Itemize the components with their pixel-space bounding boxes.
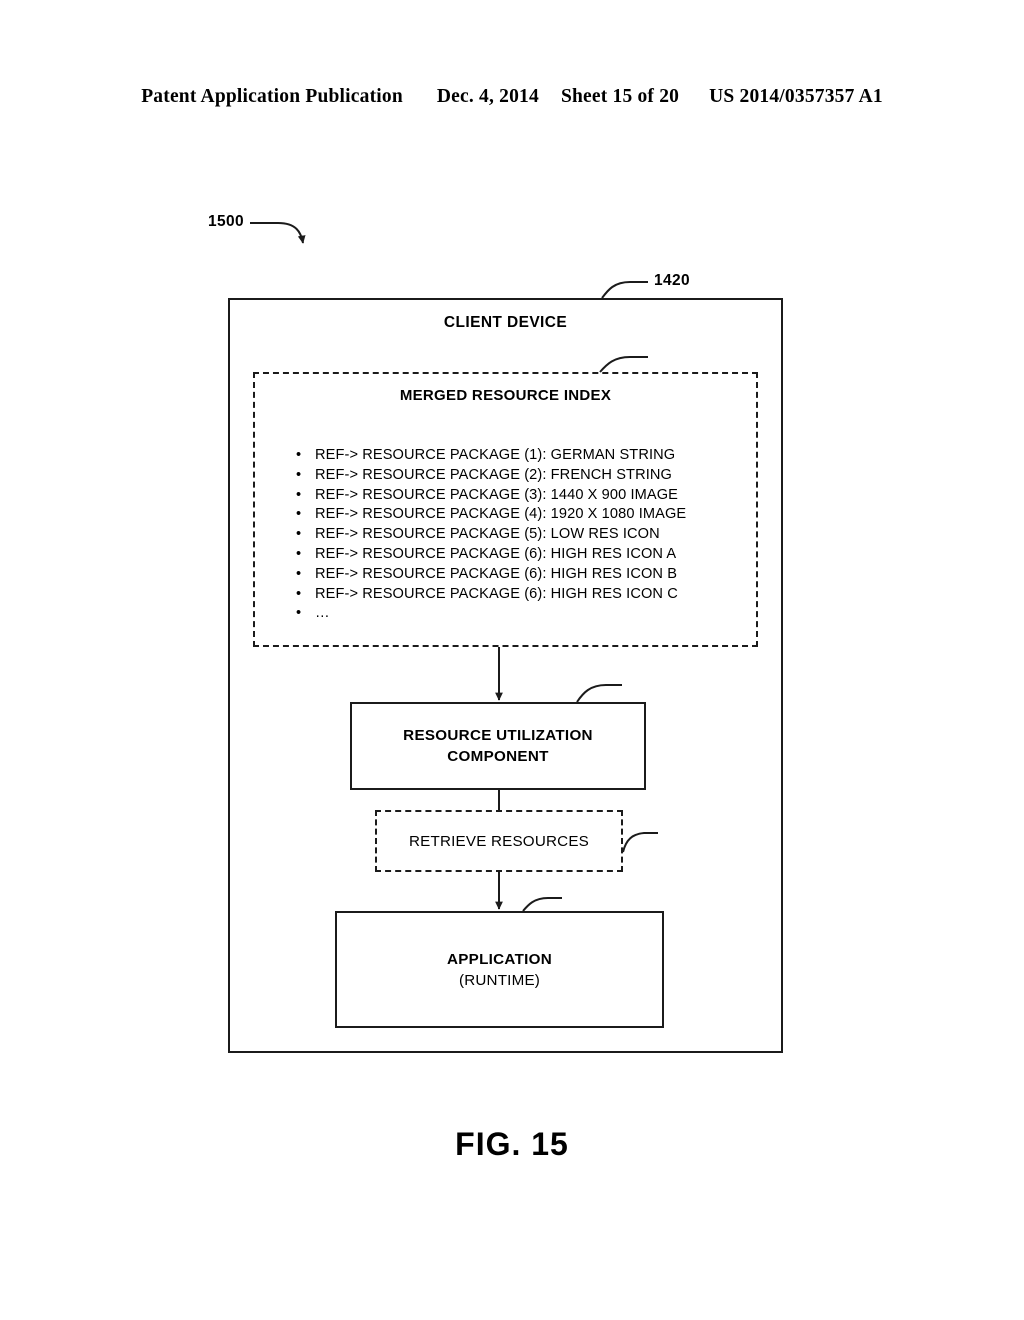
retrieve-resources-box: RETRIEVE RESOURCES: [375, 810, 623, 872]
resource-utilization-component-box: RESOURCE UTILIZATION COMPONENT: [350, 702, 646, 790]
merged-resource-index-box: MERGED RESOURCE INDEX • REF-> RESOURCE PA…: [253, 372, 758, 647]
bullet-icon: •: [296, 585, 302, 602]
list-item-label: REF-> RESOURCE PACKAGE (4): 1920 X 1080 …: [315, 506, 687, 523]
client-device-title: CLIENT DEVICE: [443, 314, 568, 331]
reference-numeral-1500: 1500: [208, 213, 245, 230]
bullet-icon: •: [296, 526, 302, 543]
application-runtime-box: APPLICATION (RUNTIME): [335, 911, 664, 1028]
application-line-1: APPLICATION: [446, 950, 553, 968]
list-item: • REF-> RESOURCE PACKAGE (2): FRENCH STRI…: [293, 466, 686, 486]
list-item-label: …: [315, 605, 330, 622]
bullet-icon: •: [296, 447, 302, 463]
list-item-label: REF-> RESOURCE PACKAGE (2): FRENCH STRIN…: [315, 466, 672, 483]
bullet-icon: •: [296, 605, 302, 622]
list-item: •…: [293, 604, 686, 624]
list-item: • REF-> RESOURCE PACKAGE (6): HIGH RES IC…: [293, 565, 686, 585]
application-line-2: (RUNTIME): [458, 971, 541, 989]
list-item-label: REF-> RESOURCE PACKAGE (6): HIGH RES ICO…: [315, 585, 678, 602]
list-item: • REF-> RESOURCE PACKAGE (5): LOW RES ICO…: [293, 525, 686, 545]
list-item: • REF-> RESOURCE PACKAGE (6): HIGH RES IC…: [293, 585, 686, 605]
list-item: • REF-> RESOURCE PACKAGE (4): 1920 X 1080…: [293, 505, 686, 525]
figure-caption: FIG. 15: [455, 1126, 569, 1162]
merged-resource-index-title: MERGED RESOURCE INDEX: [399, 387, 612, 404]
list-item: • REF-> RESOURCE PACKAGE (6): HIGH RES IC…: [293, 545, 686, 565]
bullet-icon: •: [296, 466, 302, 483]
bullet-icon: •: [296, 545, 302, 562]
reference-numeral-1420: 1420: [654, 272, 691, 289]
list-item-label: REF-> RESOURCE PACKAGE (1): GERMAN STRIN…: [315, 447, 676, 463]
resource-utilization-line-2: COMPONENT: [447, 748, 549, 765]
merged-resource-index-list: • REF-> RESOURCE PACKAGE (1): GERMAN STRI…: [293, 446, 686, 624]
retrieve-resources-label: RETRIEVE RESOURCES: [409, 832, 589, 850]
bullet-icon: •: [296, 486, 302, 503]
figure-diagram: 1500 1420 1418 1502 1504 1506 CLIENT DEV…: [0, 0, 1024, 1320]
resource-utilization-line-1: RESOURCE UTILIZATION: [403, 727, 593, 744]
list-item-label: REF-> RESOURCE PACKAGE (3): 1440 X 900 I…: [315, 486, 679, 503]
list-item: • REF-> RESOURCE PACKAGE (1): GERMAN STRI…: [293, 446, 686, 466]
list-item-label: REF-> RESOURCE PACKAGE (6): HIGH RES ICO…: [315, 545, 677, 562]
list-item-label: REF-> RESOURCE PACKAGE (6): HIGH RES ICO…: [315, 565, 678, 582]
figure-pointer-arrow: [250, 222, 306, 244]
bullet-icon: •: [296, 506, 302, 523]
list-item-label: REF-> RESOURCE PACKAGE (5): LOW RES ICON: [315, 526, 660, 543]
leader-line-1420: [601, 281, 648, 299]
list-item: • REF-> RESOURCE PACKAGE (3): 1440 X 900 …: [293, 486, 686, 506]
bullet-icon: •: [296, 565, 302, 582]
